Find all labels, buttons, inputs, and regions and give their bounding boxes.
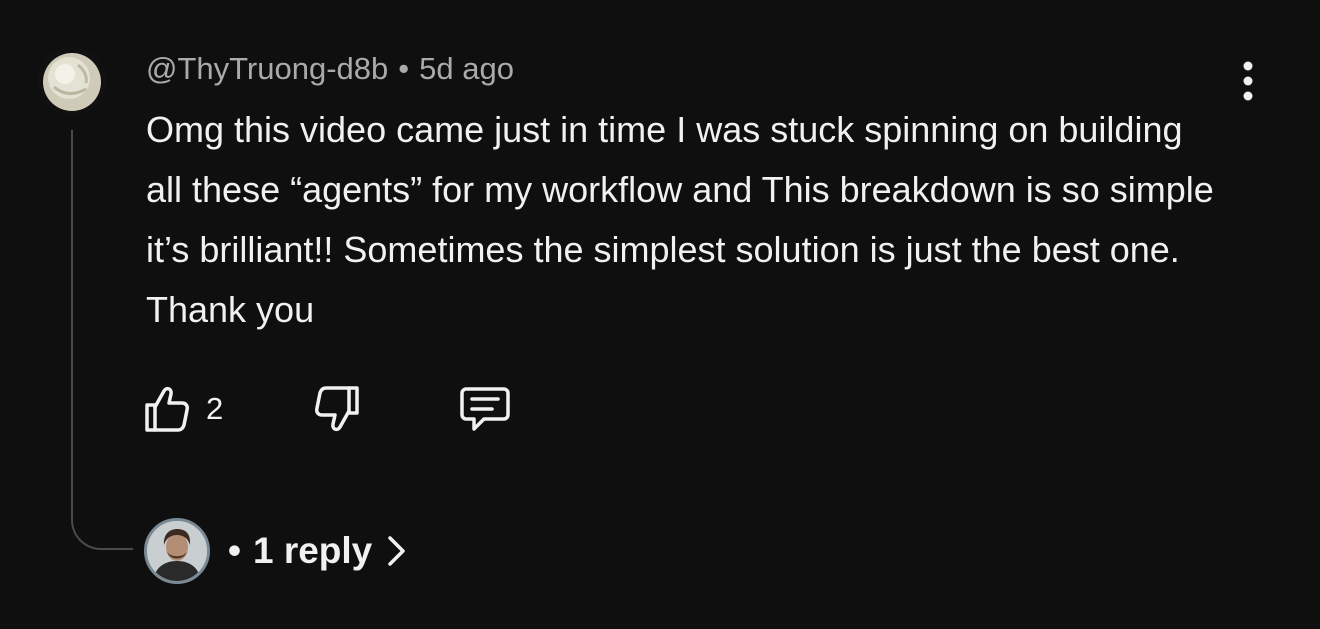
comment-thread: @ThyTruong-d8b • 5d ago Omg this video cam…: [0, 0, 1320, 629]
comment-text: Omg this video came just in time I was s…: [146, 109, 1214, 330]
thread-connector-line: [71, 130, 133, 550]
chevron-right-icon: [386, 534, 408, 568]
replies-separator: •: [228, 530, 241, 571]
avatar-image: [147, 521, 207, 581]
comment-timestamp[interactable]: 5d ago: [419, 51, 514, 86]
reply-author-avatar: [144, 518, 210, 584]
author-handle[interactable]: @ThyTruong-d8b: [146, 51, 388, 86]
author-avatar[interactable]: [38, 47, 106, 115]
view-replies-button[interactable]: • 1 reply: [144, 516, 408, 586]
replies-label: • 1 reply: [228, 530, 372, 572]
more-vertical-icon: [1243, 61, 1253, 101]
reply-button[interactable]: [458, 382, 512, 436]
more-actions-button[interactable]: [1228, 58, 1268, 104]
replies-count-label: 1 reply: [252, 530, 373, 571]
avatar-image: [38, 47, 106, 115]
meta-separator: •: [398, 51, 410, 86]
thumbs-down-icon: [315, 386, 359, 432]
like-button[interactable]: 2: [142, 382, 223, 436]
dislike-button[interactable]: [312, 382, 362, 436]
thumbs-up-icon: [145, 386, 189, 432]
comment-icon: [460, 387, 510, 431]
comment-meta: @ThyTruong-d8b • 5d ago: [146, 49, 514, 89]
like-count: 2: [206, 391, 224, 426]
